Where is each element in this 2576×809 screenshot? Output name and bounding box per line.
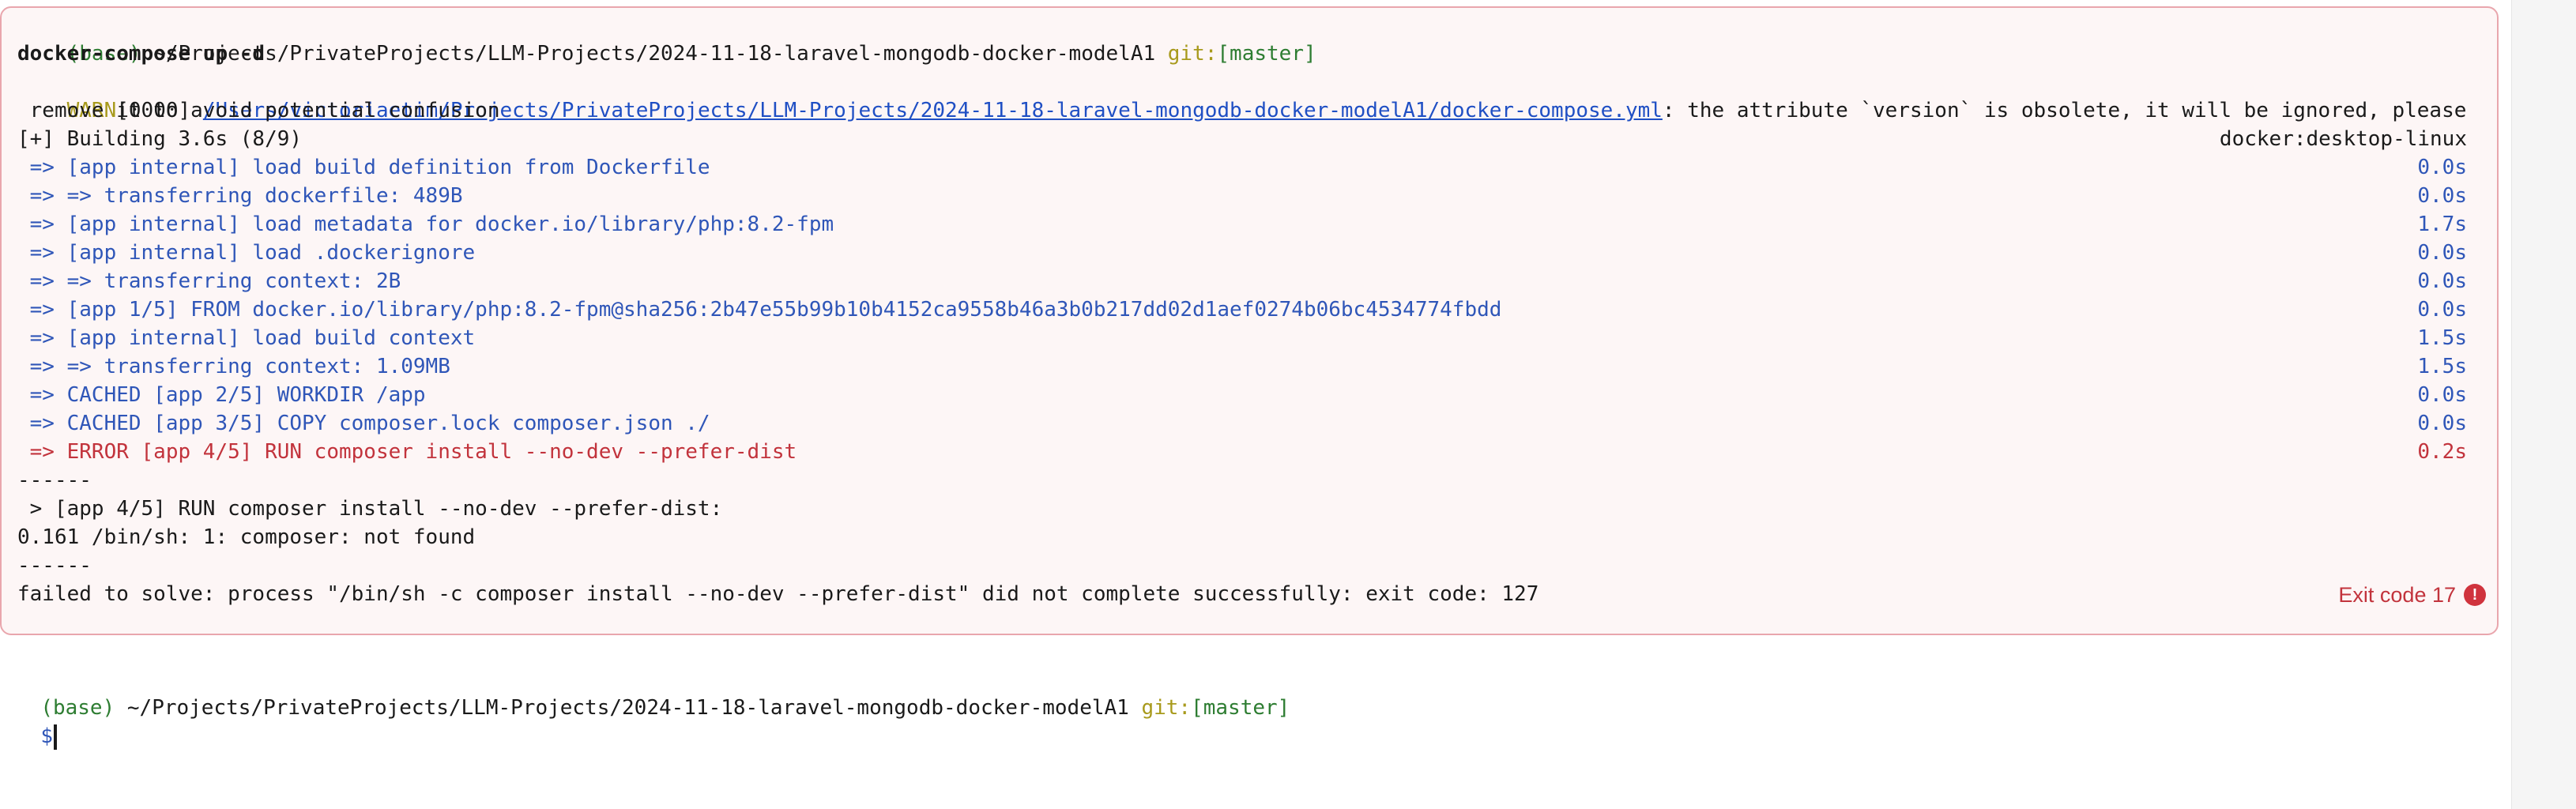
building-status: [+] Building 3.6s (8/9) (17, 127, 303, 151)
prompt-line: (base) ~/Projects/PrivateProjects/LLM-Pr… (17, 11, 1316, 66)
warn-message-cont: remove it to avoid potential confusion (17, 99, 500, 122)
build-step: => [app internal] load metadata for dock… (17, 213, 834, 236)
warn-message: : the attribute `version` is obsolete, i… (1662, 99, 2467, 122)
build-step-time: 0.0s (2417, 269, 2467, 293)
build-step: => => transferring context: 2B (17, 269, 401, 293)
scrollbar-track[interactable] (2511, 0, 2576, 809)
input-line[interactable]: $ (16, 694, 57, 750)
git-branch: [master] (1191, 696, 1290, 720)
docker-context: docker:desktop-linux (2219, 127, 2467, 151)
command-output-block[interactable]: (base) ~/Projects/PrivateProjects/LLM-Pr… (0, 6, 2499, 635)
run-line: > [app 4/5] RUN composer install --no-de… (17, 497, 723, 521)
exit-code-label: Exit code 17 (2338, 583, 2456, 607)
divider-line: ------ (17, 554, 92, 578)
failed-message: failed to solve: process "/bin/sh -c com… (17, 582, 1539, 606)
command-text: docker-compose up -d (17, 42, 266, 66)
build-step-time: 1.7s (2417, 213, 2467, 236)
prompt-path: ~/Projects/PrivateProjects/LLM-Projects/… (141, 42, 1168, 66)
build-step: => CACHED [app 3/5] COPY composer.lock c… (17, 412, 710, 435)
warn-line: WARN[0000] /Users/victoriaetim/Projects/… (17, 68, 2467, 122)
build-step-time: 1.5s (2417, 355, 2467, 378)
build-step: => CACHED [app 2/5] WORKDIR /app (17, 383, 426, 407)
build-step: => [app internal] load build definition … (17, 156, 710, 179)
build-step: => => transferring dockerfile: 489B (17, 184, 463, 208)
divider-line: ------ (17, 468, 92, 492)
text-cursor (53, 724, 57, 750)
build-step-time: 0.0s (2417, 241, 2467, 265)
prompt-line-2: (base) ~/Projects/PrivateProjects/LLM-Pr… (16, 665, 1290, 720)
git-label: git: (1141, 696, 1192, 720)
build-step: => [app 1/5] FROM docker.io/library/php:… (17, 298, 1502, 322)
build-step-time: 0.0s (2417, 412, 2467, 435)
build-step-time: 0.2s (2417, 440, 2467, 464)
build-step-time: 0.0s (2417, 156, 2467, 179)
build-step: => [app internal] load .dockerignore (17, 241, 476, 265)
git-branch: [master] (1217, 42, 1316, 66)
build-step-time: 1.5s (2417, 326, 2467, 350)
build-step-time: 0.0s (2417, 298, 2467, 322)
build-step-time: 0.0s (2417, 184, 2467, 208)
git-label: git: (1167, 42, 1218, 66)
build-step: => ERROR [app 4/5] RUN composer install … (17, 440, 797, 464)
prompt-symbol: $ (40, 724, 53, 748)
prompt-path: ~/Projects/PrivateProjects/LLM-Projects/… (115, 696, 1142, 720)
error-icon: ! (2464, 584, 2486, 606)
build-step: => [app internal] load build context (17, 326, 476, 350)
error-output: 0.161 /bin/sh: 1: composer: not found (17, 525, 476, 549)
build-step-time: 0.0s (2417, 383, 2467, 407)
exit-code-badge[interactable]: Exit code 17 ! (2338, 581, 2486, 608)
build-step: => => transferring context: 1.09MB (17, 355, 450, 378)
